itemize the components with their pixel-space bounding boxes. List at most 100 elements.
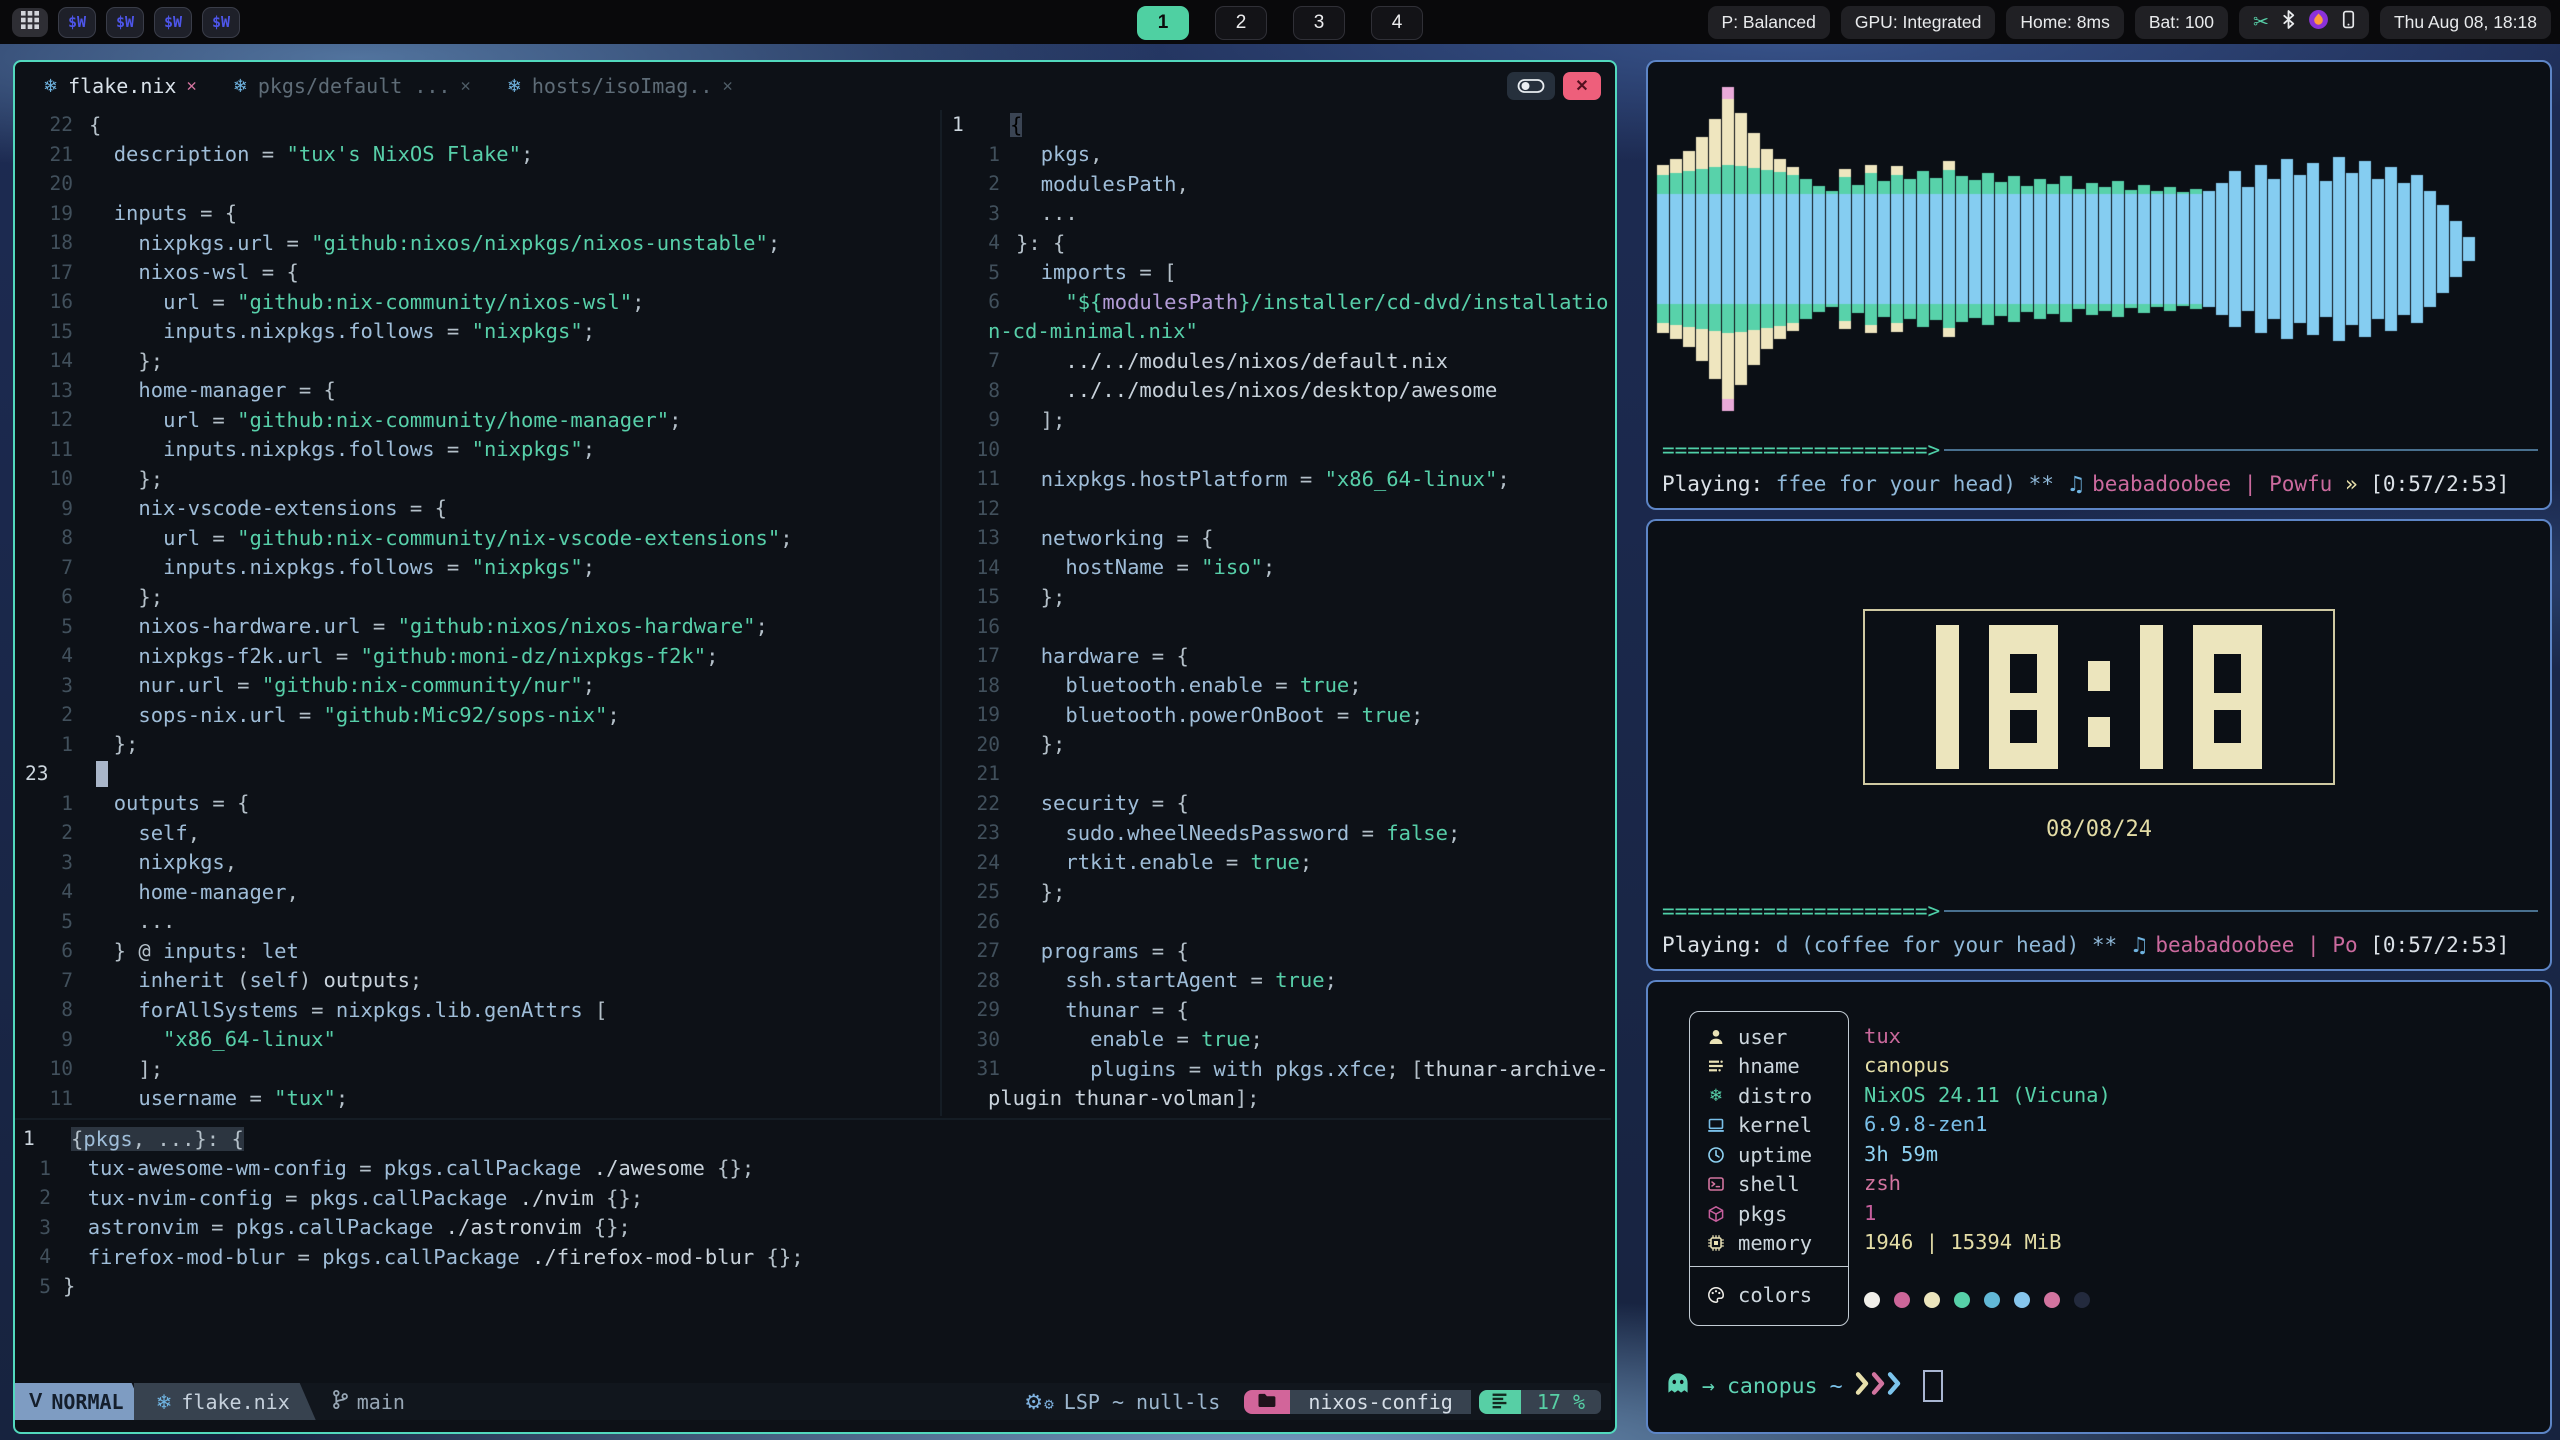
code-line: 12: [942, 494, 1611, 524]
bluetooth-icon[interactable]: [2282, 10, 2295, 34]
toggle-button[interactable]: [1507, 72, 1555, 100]
hostname-icon: [1706, 1057, 1726, 1075]
code-line: 17 nixos-wsl = {: [15, 258, 940, 288]
screen-tab-2[interactable]: 2: [1215, 6, 1267, 40]
code-line: 7 ../../modules/nixos/default.nix: [942, 346, 1611, 376]
workspace-button[interactable]: $W: [154, 7, 192, 38]
fetch-row-pkgs: pkgs: [1690, 1199, 1848, 1229]
code-line: 31 plugins = with pkgs.xfce; [thunar-arc…: [942, 1054, 1611, 1084]
line-number: 11: [942, 467, 1016, 490]
visualizer-terminal[interactable]: =====================> Playing: ffee for…: [1646, 60, 2552, 510]
close-icon[interactable]: ✕: [460, 76, 470, 96]
code-line: 2 sops-nix.url = "github:Mic92/sops-nix"…: [15, 700, 940, 730]
line-number: 1: [942, 143, 1016, 166]
tab-label: flake.nix: [68, 74, 176, 98]
line-number: 6: [15, 939, 89, 962]
mode-label: NORMAL: [51, 1390, 123, 1414]
editor-tab[interactable]: ❄hosts/isoImag..✕: [507, 74, 733, 98]
code-line: 22{: [15, 110, 940, 140]
code-line: 8 ../../modules/nixos/desktop/awesome: [942, 376, 1611, 406]
scissors-icon[interactable]: ✂: [2253, 11, 2269, 33]
editor-tab[interactable]: ❄pkgs/default ...✕: [233, 74, 471, 98]
code-line: 16: [942, 612, 1611, 642]
line-number: 14: [942, 556, 1016, 579]
line-number: 16: [942, 615, 1016, 638]
fetch-terminal[interactable]: userhname❄distrokerneluptimeshellpkgsmem…: [1646, 980, 2552, 1434]
code-line: plugin thunar-volman];: [942, 1084, 1611, 1114]
project-folder-segment[interactable]: [1244, 1390, 1290, 1414]
line-number: 15: [942, 585, 1016, 608]
lsp-status: ⚙⚙ LSP ~ null-ls: [1024, 1390, 1220, 1414]
line-number: 17: [942, 644, 1016, 667]
pane-pkgs-default[interactable]: 1{pkgs, ...}: {1 tux-awesome-wm-config =…: [15, 1118, 1611, 1384]
line-number: 11: [15, 438, 89, 461]
code-line: 2 tux-nvim-config = pkgs.callPackage ./n…: [15, 1183, 1611, 1213]
close-icon[interactable]: ✕: [722, 76, 732, 96]
fetch-label-list: userhname❄distrokerneluptimeshellpkgsmem…: [1690, 1012, 1848, 1266]
tab-label: hosts/isoImag..: [532, 74, 713, 98]
screen-tab-4[interactable]: 4: [1371, 6, 1423, 40]
status-pill: Home: 8ms: [2006, 6, 2123, 39]
tab-label: pkgs/default ...: [258, 74, 451, 98]
code-line: 27 programs = {: [942, 936, 1611, 966]
close-icon[interactable]: ✕: [186, 76, 196, 96]
pane-iso-host[interactable]: 1{1 pkgs,2 modulesPath,3 ...4}: {5 impor…: [942, 110, 1611, 1116]
statusline: V NORMAL ❄ flake.nix main ⚙⚙ LSP ~ null-…: [15, 1383, 1611, 1420]
workspace-button[interactable]: $W: [106, 7, 144, 38]
line-number: 3: [15, 1216, 63, 1239]
prompt-path: ~: [1830, 1374, 1843, 1399]
clock-terminal[interactable]: 08/08/24 =====================> Playing:…: [1646, 519, 2552, 971]
prompt-arrow: →: [1702, 1374, 1715, 1399]
code-line: 30 enable = true;: [942, 1025, 1611, 1055]
code-line: 3 nixpkgs,: [15, 848, 940, 878]
pane-flake[interactable]: 22{21 description = "tux's NixOS Flake";…: [15, 110, 942, 1116]
phone-icon[interactable]: [2342, 10, 2355, 34]
line-number: 9: [15, 1028, 89, 1051]
code-line: 12 url = "github:nix-community/home-mana…: [15, 405, 940, 435]
distro-icon: ❄: [1706, 1086, 1726, 1106]
code-line: 17 hardware = {: [942, 641, 1611, 671]
clock-pill[interactable]: Thu Aug 08, 18:18: [2380, 6, 2551, 39]
flame-icon[interactable]: [2308, 9, 2329, 35]
code-line: 1 tux-awesome-wm-config = pkgs.callPacka…: [15, 1154, 1611, 1184]
fetch-label: hname: [1738, 1054, 1800, 1078]
now-playing: Playing: ffee for your head) ** ♫ beabad…: [1662, 472, 2542, 496]
shell-prompt[interactable]: → canopus ~: [1666, 1370, 1943, 1402]
workspace-button[interactable]: $W: [202, 7, 240, 38]
code-line: 7 inherit (self) outputs;: [15, 966, 940, 996]
launcher-button[interactable]: [12, 8, 48, 37]
fetch-row-hname: hname: [1690, 1052, 1848, 1082]
screen-tab-1[interactable]: 1: [1137, 6, 1189, 40]
line-number: 5: [15, 910, 89, 933]
fetch-value-memory: 1946 | 15394 MiB: [1864, 1228, 2111, 1258]
statusline-right: ⚙⚙ LSP ~ null-ls nixos-config: [1024, 1383, 1611, 1420]
fetch-row-kernel: kernel: [1690, 1111, 1848, 1141]
line-number: 4: [15, 644, 89, 667]
code-line: 4 firefox-mod-blur = pkgs.callPackage ./…: [15, 1242, 1611, 1272]
code-line: 4 home-manager,: [15, 877, 940, 907]
code-line: 20: [15, 169, 940, 199]
code-line: 4}: {: [942, 228, 1611, 258]
prompt-chevrons: [1855, 1372, 1901, 1401]
code-line: 10: [942, 435, 1611, 465]
progress-bar: =====================>: [1662, 438, 1940, 462]
fetch-row-colors: colors: [1690, 1280, 1848, 1310]
code-line: 10 };: [15, 464, 940, 494]
code-line: 28 ssh.startAgent = true;: [942, 966, 1611, 996]
editor-tab[interactable]: ❄flake.nix✕: [43, 74, 197, 98]
palette-dot: [2074, 1292, 2090, 1308]
status-pill: P: Balanced: [1708, 6, 1830, 39]
line-number: 18: [15, 231, 89, 254]
clock-digit: [1936, 625, 1959, 769]
folder-icon: [1257, 1390, 1277, 1414]
line-number: 4: [15, 880, 89, 903]
line-number: 10: [15, 1057, 89, 1080]
fetch-value-shell: zsh: [1864, 1169, 2111, 1199]
code-line: 9 ];: [942, 405, 1611, 435]
line-number: 25: [942, 880, 1016, 903]
git-branch[interactable]: main: [332, 1383, 405, 1420]
screen-tab-3[interactable]: 3: [1293, 6, 1345, 40]
workspace-button[interactable]: $W: [58, 7, 96, 38]
close-button[interactable]: ✕: [1563, 72, 1601, 100]
now-playing: Playing: d (coffee for your head) ** ♫ b…: [1662, 933, 2542, 957]
